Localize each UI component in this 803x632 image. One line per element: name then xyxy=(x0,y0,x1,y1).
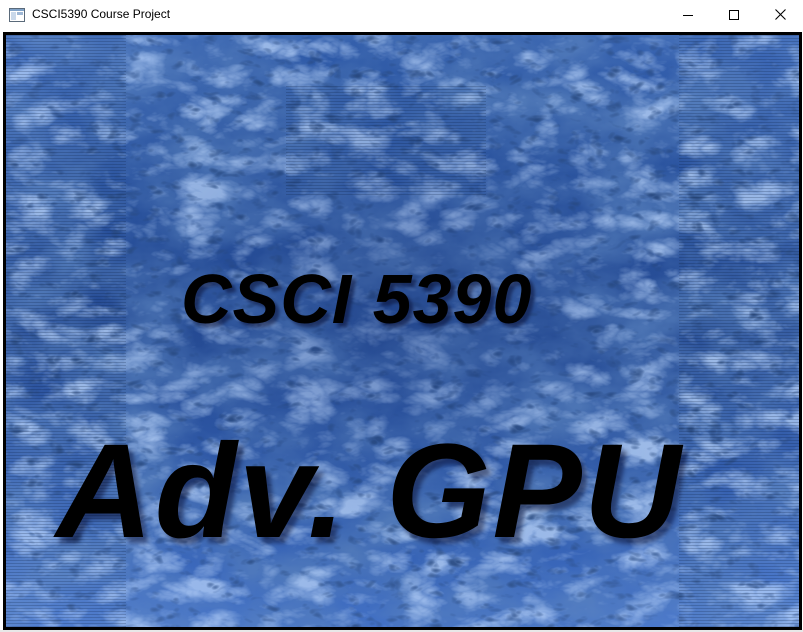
render-canvas[interactable]: CSCI 5390 Adv. GPU xyxy=(6,35,799,627)
course-subtitle-text: Adv. GPU xyxy=(56,417,683,566)
app-window: CSCI5390 Course Project CSCI 5390 Adv. G… xyxy=(0,0,803,632)
maximize-icon xyxy=(729,7,739,25)
minimize-button[interactable] xyxy=(665,0,711,31)
window-title: CSCI5390 Course Project xyxy=(32,7,171,21)
minimize-icon xyxy=(683,7,693,25)
close-button[interactable] xyxy=(757,0,803,31)
client-area: CSCI 5390 Adv. GPU xyxy=(3,32,802,630)
title-bar[interactable]: CSCI5390 Course Project xyxy=(0,0,803,31)
course-code-text: CSCI 5390 xyxy=(181,260,533,338)
close-icon xyxy=(774,7,786,25)
maximize-button[interactable] xyxy=(711,0,757,31)
window-app-icon[interactable] xyxy=(9,8,25,22)
